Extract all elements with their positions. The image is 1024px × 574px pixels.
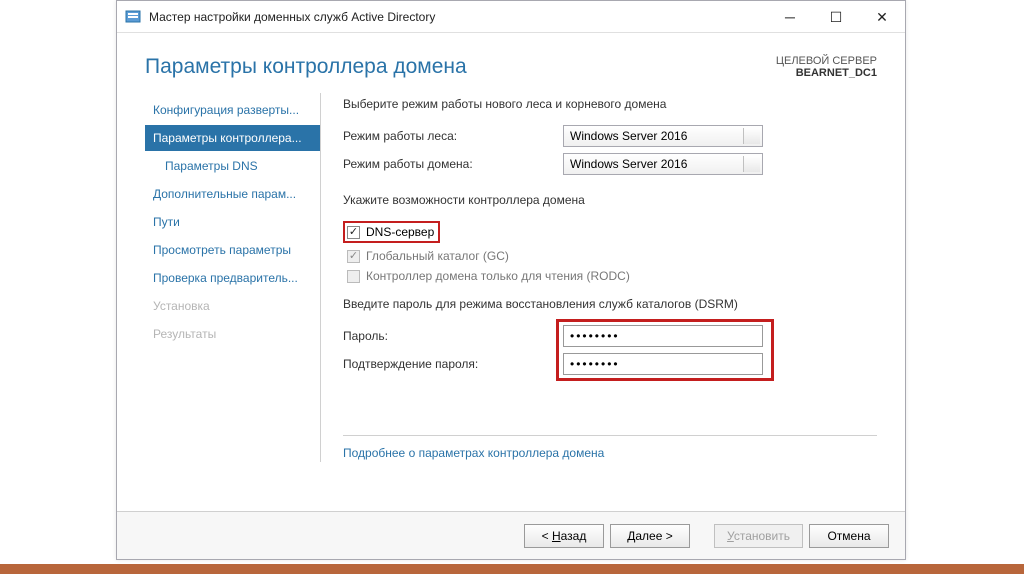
sidebar-item-installation: Установка: [145, 293, 320, 319]
page-title: Параметры контроллера домена: [145, 55, 776, 79]
domain-level-label: Режим работы домена:: [343, 157, 563, 171]
window-controls: ─ ☐ ✕: [767, 1, 905, 32]
highlight-dns-checkbox: DNS-сервер: [343, 221, 440, 243]
highlight-password-fields: [556, 319, 774, 381]
maximize-button[interactable]: ☐: [813, 1, 859, 33]
sidebar-item-deployment-config[interactable]: Конфигурация разверты...: [145, 97, 320, 123]
forest-level-label: Режим работы леса:: [343, 129, 563, 143]
domain-level-row: Режим работы домена: Windows Server 2016: [343, 153, 877, 175]
gc-checkbox-row: Глобальный каталог (GC): [343, 249, 877, 263]
rodc-label: Контроллер домена только для чтения (ROD…: [366, 269, 630, 283]
chevron-down-icon: [748, 162, 756, 166]
sidebar-item-paths[interactable]: Пути: [145, 209, 320, 235]
cancel-button[interactable]: Отмена: [809, 524, 889, 548]
wizard-window: Мастер настройки доменных служб Active D…: [116, 0, 906, 560]
close-button[interactable]: ✕: [859, 1, 905, 33]
global-catalog-label: Глобальный каталог (GC): [366, 249, 509, 263]
more-info-link[interactable]: Подробнее о параметрах контроллера домен…: [343, 446, 604, 460]
dsrm-heading: Введите пароль для режима восстановления…: [343, 297, 877, 311]
forest-level-select[interactable]: Windows Server 2016: [563, 125, 763, 147]
app-icon: [125, 9, 141, 25]
forest-level-value: Windows Server 2016: [570, 129, 687, 143]
sidebar-item-review[interactable]: Просмотреть параметры: [145, 237, 320, 263]
global-catalog-checkbox: [347, 250, 360, 263]
chevron-down-icon: [748, 134, 756, 138]
sidebar-nav: Конфигурация разверты... Параметры контр…: [145, 93, 320, 462]
dsrm-section: Введите пароль для режима восстановления…: [343, 297, 877, 375]
back-button[interactable]: < Назад: [524, 524, 604, 548]
target-server-name: BEARNET_DC1: [776, 67, 877, 79]
functional-level-heading: Выберите режим работы нового леса и корн…: [343, 97, 877, 111]
footer-buttons: < Назад Далее > Установить Отмена: [117, 511, 905, 559]
target-server-info: ЦЕЛЕВОЙ СЕРВЕР BEARNET_DC1: [776, 55, 877, 79]
rodc-checkbox-row: Контроллер домена только для чтения (ROD…: [343, 269, 877, 283]
dns-server-checkbox[interactable]: [347, 226, 360, 239]
page-header: Параметры контроллера домена ЦЕЛЕВОЙ СЕР…: [117, 33, 905, 93]
install-button: Установить: [714, 524, 803, 548]
domain-level-select[interactable]: Windows Server 2016: [563, 153, 763, 175]
sidebar-item-dc-options[interactable]: Параметры контроллера...: [145, 125, 320, 151]
sidebar-item-dns-options[interactable]: Параметры DNS: [145, 153, 320, 179]
sidebar-item-results: Результаты: [145, 321, 320, 347]
minimize-button[interactable]: ─: [767, 1, 813, 33]
rodc-checkbox: [347, 270, 360, 283]
body: Конфигурация разверты... Параметры контр…: [117, 93, 905, 462]
sidebar-item-additional-options[interactable]: Дополнительные парам...: [145, 181, 320, 207]
content-panel: Выберите режим работы нового леса и корн…: [320, 93, 877, 462]
forest-level-row: Режим работы леса: Windows Server 2016: [343, 125, 877, 147]
sidebar-item-prereq-check[interactable]: Проверка предваритель...: [145, 265, 320, 291]
password-label: Пароль:: [343, 329, 563, 343]
confirm-password-label: Подтверждение пароля:: [343, 357, 563, 371]
target-server-label: ЦЕЛЕВОЙ СЕРВЕР: [776, 55, 877, 67]
dns-server-label: DNS-сервер: [366, 225, 434, 239]
window-title: Мастер настройки доменных служб Active D…: [149, 10, 767, 24]
capabilities-heading: Укажите возможности контроллера домена: [343, 193, 877, 207]
next-button[interactable]: Далее >: [610, 524, 690, 548]
titlebar: Мастер настройки доменных служб Active D…: [117, 1, 905, 33]
divider: [343, 435, 877, 436]
domain-level-value: Windows Server 2016: [570, 157, 687, 171]
